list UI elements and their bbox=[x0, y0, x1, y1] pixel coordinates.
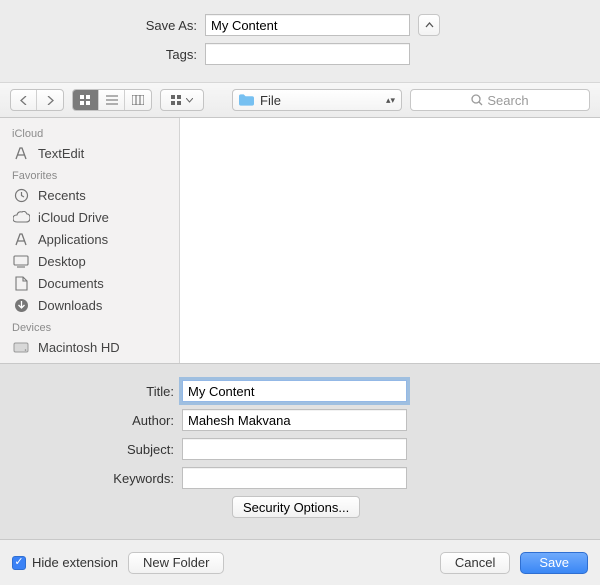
save-as-label: Save As: bbox=[10, 18, 205, 33]
sidebar-item-label: iCloud Drive bbox=[38, 210, 109, 225]
sidebar-item-downloads[interactable]: Downloads bbox=[0, 294, 179, 316]
save-as-input[interactable] bbox=[205, 14, 410, 36]
tags-input[interactable] bbox=[205, 43, 410, 65]
icon-view-button[interactable] bbox=[73, 90, 99, 110]
folder-icon bbox=[239, 94, 254, 106]
hide-extension-label: Hide extension bbox=[32, 555, 118, 570]
search-input[interactable]: Search bbox=[410, 89, 590, 111]
sidebar-item-label: Macintosh HD bbox=[38, 340, 120, 355]
dialog-footer: Hide extension New Folder Cancel Save bbox=[0, 539, 600, 585]
keywords-input[interactable] bbox=[182, 467, 407, 489]
keywords-label: Keywords: bbox=[10, 471, 182, 486]
back-button[interactable] bbox=[11, 90, 37, 110]
chevron-down-icon bbox=[186, 98, 193, 103]
group-by-button[interactable] bbox=[161, 90, 203, 110]
checkbox-icon bbox=[12, 556, 26, 570]
author-input[interactable] bbox=[182, 409, 407, 431]
expand-dialog-button[interactable] bbox=[418, 14, 440, 36]
sidebar-item-label: Recents bbox=[38, 188, 86, 203]
subject-input[interactable] bbox=[182, 438, 407, 460]
sidebar-heading: Devices bbox=[0, 316, 179, 336]
cloud-icon bbox=[12, 209, 30, 225]
sidebar-item-label: Desktop bbox=[38, 254, 86, 269]
document-icon bbox=[12, 275, 30, 291]
cancel-button[interactable]: Cancel bbox=[440, 552, 510, 574]
sidebar-item-textedit[interactable]: TextEdit bbox=[0, 142, 179, 164]
sidebar-item-applications[interactable]: Applications bbox=[0, 228, 179, 250]
sidebar-item-recents[interactable]: Recents bbox=[0, 184, 179, 206]
updown-icon: ▴▾ bbox=[386, 98, 395, 103]
app-icon bbox=[12, 145, 30, 161]
new-folder-button[interactable]: New Folder bbox=[128, 552, 224, 574]
title-input[interactable] bbox=[182, 380, 407, 402]
subject-label: Subject: bbox=[10, 442, 182, 457]
group-by-control bbox=[160, 89, 204, 111]
download-icon bbox=[12, 297, 30, 313]
sidebar-heading: Favorites bbox=[0, 164, 179, 184]
sidebar-item-label: Documents bbox=[38, 276, 104, 291]
title-label: Title: bbox=[10, 384, 182, 399]
list-view-button[interactable] bbox=[99, 90, 125, 110]
sidebar-heading: iCloud bbox=[0, 122, 179, 142]
browser-toolbar: File ▴▾ Search bbox=[0, 82, 600, 118]
file-list-pane[interactable] bbox=[180, 118, 600, 363]
metadata-panel: Title: Author: Subject: Keywords: Securi… bbox=[0, 363, 600, 539]
sidebar-item-desktop[interactable]: Desktop bbox=[0, 250, 179, 272]
disk-icon bbox=[12, 339, 30, 355]
location-label: File bbox=[260, 93, 281, 108]
view-switcher bbox=[72, 89, 152, 111]
browser-body: iCloud TextEdit Favorites Recents iCloud… bbox=[0, 118, 600, 363]
column-view-button[interactable] bbox=[125, 90, 151, 110]
search-icon bbox=[471, 94, 483, 106]
author-label: Author: bbox=[10, 413, 182, 428]
save-as-section: Save As: Tags: bbox=[0, 0, 600, 82]
desktop-icon bbox=[12, 253, 30, 269]
app-icon bbox=[12, 231, 30, 247]
tags-label: Tags: bbox=[10, 47, 205, 62]
sidebar-item-label: Applications bbox=[38, 232, 108, 247]
clock-icon bbox=[12, 187, 30, 203]
save-button[interactable]: Save bbox=[520, 552, 588, 574]
sidebar: iCloud TextEdit Favorites Recents iCloud… bbox=[0, 118, 180, 363]
forward-button[interactable] bbox=[37, 90, 63, 110]
sidebar-item-label: Downloads bbox=[38, 298, 102, 313]
sidebar-item-icloud-drive[interactable]: iCloud Drive bbox=[0, 206, 179, 228]
security-options-button[interactable]: Security Options... bbox=[232, 496, 360, 518]
hide-extension-checkbox[interactable]: Hide extension bbox=[12, 555, 118, 570]
sidebar-item-label: TextEdit bbox=[38, 146, 84, 161]
nav-history-control bbox=[10, 89, 64, 111]
sidebar-item-macintosh-hd[interactable]: Macintosh HD bbox=[0, 336, 179, 358]
location-popup[interactable]: File ▴▾ bbox=[232, 89, 402, 111]
sidebar-item-documents[interactable]: Documents bbox=[0, 272, 179, 294]
